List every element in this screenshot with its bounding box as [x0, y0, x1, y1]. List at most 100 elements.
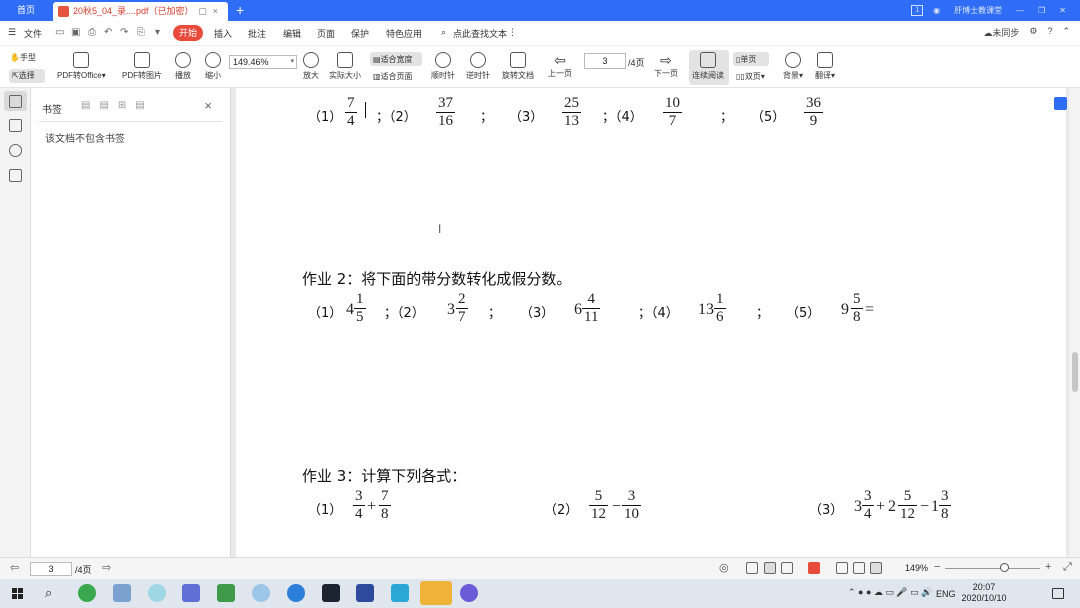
menu-start[interactable]: 开始 — [173, 25, 203, 41]
app-icon[interactable] — [148, 584, 166, 602]
menu-file[interactable]: 文件 — [24, 27, 42, 40]
fit-page-button[interactable]: ▥适合页面 — [373, 71, 413, 82]
minimize-icon[interactable]: — — [1016, 6, 1024, 15]
app-icon[interactable] — [113, 584, 131, 602]
search-icon[interactable]: ⌕ — [45, 585, 52, 601]
hand-tool[interactable]: ✋手型 — [10, 52, 36, 63]
menu-annotate[interactable]: 批注 — [248, 27, 266, 40]
more-icon[interactable]: ⋮ — [508, 27, 517, 38]
next-page-icon[interactable]: ⇨ — [102, 561, 111, 574]
play-icon[interactable] — [808, 562, 820, 574]
close-icon[interactable]: ✕ — [1059, 6, 1066, 15]
app-icon[interactable] — [182, 584, 200, 602]
bookmark-icon[interactable] — [9, 95, 22, 108]
thumbnail-icon[interactable] — [9, 119, 22, 132]
attachment-icon[interactable] — [9, 169, 22, 182]
continuous-view-icon[interactable] — [746, 562, 758, 574]
actual-size-button[interactable]: 实际大小 — [329, 52, 361, 81]
menu-protect[interactable]: 保护 — [351, 27, 369, 40]
pdf-to-office-button[interactable]: PDF转Office▾ — [57, 52, 106, 81]
wechat-icon[interactable] — [420, 581, 452, 605]
fit-page-icon[interactable] — [853, 562, 865, 574]
status-page-input[interactable]: 3 — [30, 562, 72, 576]
system-tray-icons[interactable]: ⌃ ● ● ☁ ▭ 🎤 ▭ 🔊 — [848, 587, 932, 598]
translate-button[interactable]: 翻译▾ — [815, 52, 835, 81]
select-tool[interactable]: ⇱选择 — [12, 70, 35, 81]
avatar[interactable]: ◉ — [933, 6, 940, 15]
search-text-input[interactable]: 点此查找文本 — [453, 27, 507, 40]
open-icon[interactable]: ▭ — [55, 27, 64, 38]
tab-controls[interactable]: ▢× — [198, 2, 224, 21]
app-icon[interactable] — [356, 584, 374, 602]
tab-home[interactable]: 首页 — [0, 0, 52, 21]
app-icon[interactable] — [460, 584, 478, 602]
zoom-out-button[interactable]: 缩小 — [205, 52, 221, 81]
bookmark-actions[interactable]: ▤▤⊞▤ — [81, 100, 154, 111]
fit-width-button[interactable]: ▤适合宽度 — [373, 54, 413, 65]
fullscreen-icon[interactable]: ⤢ — [1063, 561, 1072, 574]
collapse-icon[interactable]: ⌃ — [1062, 26, 1070, 39]
redo-icon[interactable]: ↷ — [120, 27, 128, 38]
single-view-icon[interactable] — [764, 562, 776, 574]
document-viewport[interactable]: （1） 74 ；（2） 37 16 ； （3） 25 13 ；（4） 10 7 ； （… — [231, 88, 1069, 557]
numerator: 5 — [594, 488, 603, 504]
app-icon[interactable] — [217, 584, 235, 602]
restore-icon[interactable]: ❐ — [1038, 6, 1045, 15]
save-icon[interactable]: ▣ — [71, 27, 80, 38]
zoom-out-icon[interactable]: − — [934, 561, 940, 573]
background-button[interactable]: 背景▾ — [783, 52, 803, 81]
app-icon[interactable] — [322, 584, 340, 602]
tab-document[interactable]: 20秋5_04_录....pdf（已加密） ▢× — [53, 2, 228, 21]
sync-status[interactable]: ☁未同步 — [983, 26, 1019, 39]
pdf-to-image-button[interactable]: PDF转图片 — [122, 52, 162, 81]
app-icon[interactable] — [287, 584, 305, 602]
continuous-read-button[interactable]: 连续阅读 — [692, 52, 724, 81]
rotate-cw-button[interactable]: 顺时针 — [431, 52, 455, 81]
double-page-button[interactable]: ▯▯双页▾ — [736, 71, 765, 82]
page-number-input[interactable]: 3 — [584, 53, 626, 69]
menu-page[interactable]: 页面 — [317, 27, 335, 40]
rotate-document-button[interactable]: 旋转文档 — [502, 52, 534, 81]
hamburger-icon[interactable]: ☰ — [8, 27, 16, 38]
windows-start-icon[interactable] — [12, 588, 23, 599]
play-button[interactable]: 播放 — [175, 52, 191, 81]
scrollbar-thumb[interactable] — [1072, 352, 1078, 392]
zoom-slider[interactable] — [945, 568, 1040, 569]
app-icon[interactable] — [391, 584, 409, 602]
language-indicator[interactable]: ENG — [936, 589, 956, 599]
user-name[interactable]: 肝博士教课堂 — [954, 5, 1002, 16]
dropdown-icon[interactable]: ▾ — [155, 27, 160, 38]
close-icon[interactable]: × — [204, 98, 212, 113]
clock[interactable]: 20:07 2020/10/10 — [958, 582, 1010, 604]
menu-edit[interactable]: 编辑 — [283, 27, 301, 40]
menu-features[interactable]: 特色应用 — [386, 27, 422, 40]
export-icon[interactable]: ⎘ — [137, 27, 145, 38]
double-view-icon[interactable] — [781, 562, 793, 574]
rotate-ccw-button[interactable]: 逆时针 — [466, 52, 490, 81]
undo-icon[interactable]: ↶ — [104, 27, 112, 38]
menu-insert[interactable]: 插入 — [214, 27, 232, 40]
settings-icon[interactable]: ⚙ — [1029, 26, 1037, 39]
prev-page-button[interactable]: ⇦ 上一页 — [548, 52, 572, 79]
zoom-slider-handle[interactable] — [1000, 563, 1009, 572]
vertical-scrollbar[interactable] — [1069, 88, 1080, 557]
search-icon[interactable]: ⌕ — [441, 27, 446, 38]
zoom-in-icon[interactable]: + — [1045, 561, 1051, 573]
eye-icon[interactable]: ◎ — [719, 561, 729, 574]
single-page-button[interactable]: ▯单页 — [736, 54, 756, 65]
help-icon[interactable]: ? — [1047, 26, 1052, 39]
prev-page-icon[interactable]: ⇦ — [10, 561, 19, 574]
zoom-in-button[interactable]: 放大 — [303, 52, 319, 81]
zoom-select[interactable]: 149.46% — [229, 55, 297, 69]
print-icon[interactable]: ⎙ — [88, 27, 96, 38]
floating-tool-icon[interactable] — [1054, 97, 1067, 110]
notification-center-icon[interactable] — [1052, 588, 1064, 599]
next-page-button[interactable]: ⇨ 下一页 — [654, 52, 678, 79]
new-tab-button[interactable]: + — [236, 0, 244, 21]
annotation-icon[interactable] — [9, 144, 22, 157]
edge-browser-icon[interactable] — [78, 584, 96, 602]
actual-size-icon[interactable] — [870, 562, 882, 574]
notification-badge[interactable]: 1 — [911, 5, 924, 16]
app-icon[interactable] — [252, 584, 270, 602]
fit-width-icon[interactable] — [836, 562, 848, 574]
